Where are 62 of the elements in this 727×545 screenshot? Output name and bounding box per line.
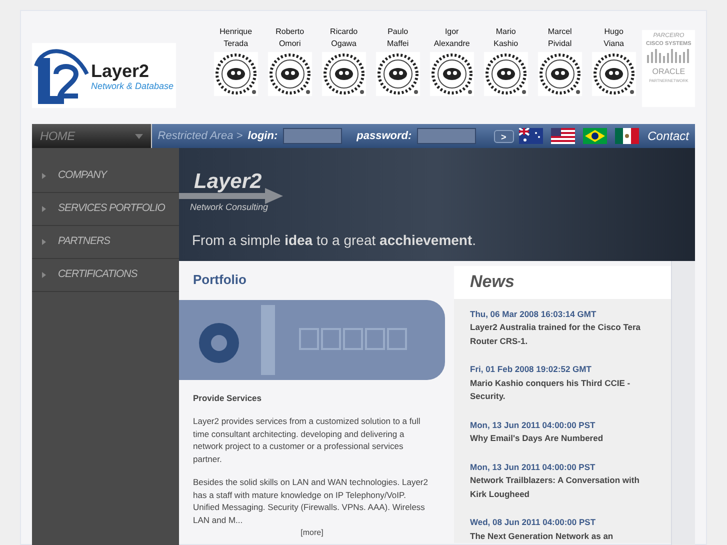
news-heading: News: [470, 271, 514, 294]
sidebar-label: SERVICES PORTFOLIO: [58, 201, 165, 216]
company-logo[interactable]: Layer2 Network & Database: [32, 43, 176, 108]
triangle-icon: [42, 173, 46, 179]
services-heading: Provide Services: [193, 392, 263, 404]
mexico-flag-icon[interactable]: [614, 128, 639, 144]
logo-name: Layer2: [91, 60, 150, 80]
squares-icon: [299, 328, 409, 352]
news-date: Fri, 01 Feb 2008 19:02:52 GMT: [470, 363, 592, 376]
news-title[interactable]: Why Email's Days Are Numbered: [470, 432, 655, 446]
password-field[interactable]: [416, 128, 476, 144]
news-title[interactable]: Layer2 Australia trained for the Cisco Tera Router CRS-1.: [470, 321, 655, 348]
engineer-name: Paulo Maffei: [387, 26, 409, 50]
bars-icon: [646, 49, 692, 63]
more-link[interactable]: [more]: [300, 528, 324, 537]
news-title[interactable]: Network Trailblazers: A Conversation with Kirk Lougheed: [470, 474, 655, 501]
engineer-name: Hugo Viana: [604, 26, 624, 50]
sidebar-label: PARTNERS: [58, 234, 110, 250]
login-field[interactable]: [282, 128, 342, 144]
engineer-name: Ricardo Ogawa: [330, 26, 358, 50]
news-date: Thu, 06 Mar 2008 16:03:14 GMT: [470, 308, 598, 320]
banner-subtitle: Network Consulting: [190, 201, 268, 214]
sidebar-label: COMPANY: [58, 168, 107, 184]
usa-flag-icon[interactable]: [550, 128, 575, 144]
news-title[interactable]: Mario Kashio conquers his Third CCIE - Security.: [470, 376, 655, 404]
engineer-name: Roberto Omori: [276, 26, 304, 50]
triangle-icon: [42, 272, 46, 278]
news-title[interactable]: The Next Generation Network as an: [470, 530, 655, 543]
certification-badge-icon: [322, 52, 366, 96]
submit-button[interactable]: >: [494, 130, 514, 142]
sidebar-label: CERTIFICATIONS: [58, 267, 138, 282]
engineer-name: Henrique Terada: [220, 26, 252, 50]
engineer-name: Marcel Pividal: [548, 26, 572, 50]
certification-badge-icon: [268, 52, 312, 96]
login-label: login:: [248, 128, 278, 144]
banner-slogan: From a simple idea to a great acchievement.: [192, 231, 476, 250]
contact-link[interactable]: Contact: [648, 127, 689, 145]
news-date: Mon, 13 Jun 2011 04:00:00 PST: [470, 418, 596, 432]
certification-badge-icon: [430, 52, 474, 96]
logo-tagline: Network & Database: [91, 80, 174, 90]
partner-logo-text: ORACLE: [652, 66, 686, 78]
australia-flag-icon[interactable]: [518, 128, 543, 144]
triangle-icon: [42, 206, 46, 212]
news-date: Wed, 08 Jun 2011 04:00:00 PST: [470, 516, 597, 529]
brazil-flag-icon[interactable]: [582, 128, 607, 144]
portfolio-paragraph: Layer2 provides services from a customized solution to a full time consultant architecting. developing and delivering a network project to a customer or a professional services partner.: [193, 415, 422, 465]
portfolio-heading: Portfolio: [192, 270, 248, 288]
certification-badge-icon: [376, 52, 420, 96]
certification-badge-icon: [214, 52, 258, 96]
banner-title: Layer2: [194, 169, 262, 195]
password-label: password:: [356, 128, 412, 144]
sidebar-item[interactable]: CERTIFICATIONS: [32, 259, 179, 292]
portfolio-paragraph: Besides the solid skills on LAN and WAN technologies. Layer2 has a staff with mature knowledge on IP Telephony/VoIP. Unified Messaging. Security (Firewalls. VPNs. AAA). Wireless LAN and M...: [193, 476, 429, 526]
triangle-icon: [42, 239, 46, 245]
restricted-area-label: Restricted Area >: [158, 128, 243, 144]
certification-badge-icon: [484, 52, 528, 96]
engineer-name: Igor Alexandre: [434, 26, 470, 50]
news-date: Mon, 13 Jun 2011 04:00:00 PST: [470, 460, 596, 474]
caret-icon: [134, 134, 143, 138]
certification-badge-icon: [592, 52, 636, 96]
certification-badge-icon: [538, 52, 582, 96]
engineer-name: Mario Kashio: [494, 26, 518, 50]
